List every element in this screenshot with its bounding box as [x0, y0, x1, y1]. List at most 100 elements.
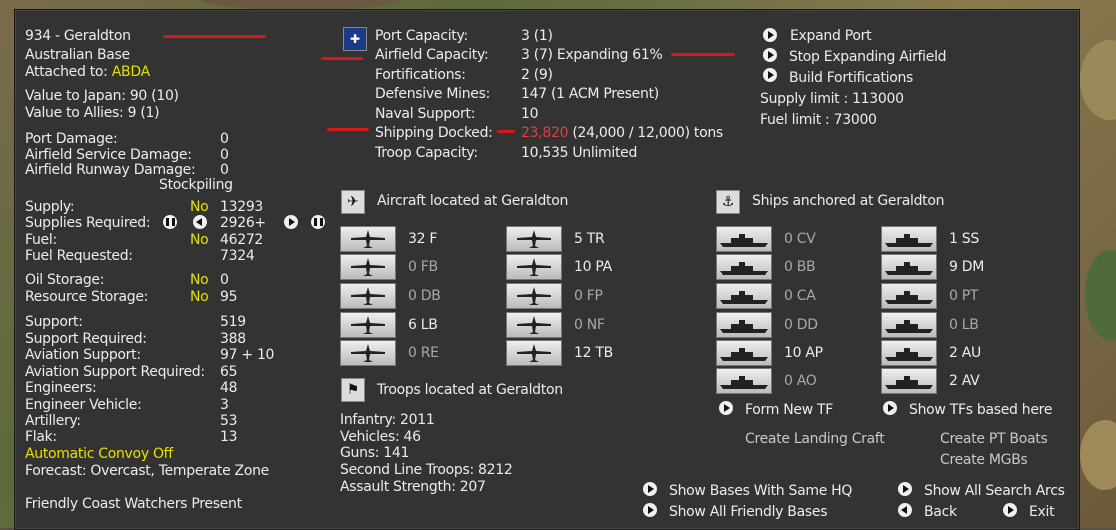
build-fortifications-button[interactable]: Build Fortifications: [789, 70, 913, 86]
show-bases-same-hq-button[interactable]: Show Bases With Same HQ: [669, 483, 852, 499]
ship-count: 0 BB: [784, 259, 816, 275]
resource-storage-toggle[interactable]: No: [190, 289, 209, 305]
annotation-mark: [163, 35, 266, 38]
stockpiling-label: Stockpiling: [159, 177, 233, 193]
back-button[interactable]: Back: [924, 504, 957, 520]
port-capacity-label: Port Capacity:: [375, 28, 468, 44]
show-all-friendly-bases-button[interactable]: Show All Friendly Bases: [669, 504, 828, 520]
airfield-service-damage-label: Airfield Service Damage:: [25, 147, 192, 163]
flak-value: 13: [220, 429, 238, 445]
ship-unit-button[interactable]: [881, 368, 937, 394]
ship-count: 0 PT: [949, 288, 979, 304]
shipping-docked-label: Shipping Docked:: [375, 125, 493, 141]
create-landing-craft-button[interactable]: Create Landing Craft: [745, 431, 885, 447]
ship-unit-button[interactable]: [716, 226, 772, 252]
hq-link[interactable]: ABDA: [112, 64, 150, 80]
ship-count: 0 LB: [949, 317, 979, 333]
ship-count: 0 DD: [784, 317, 818, 333]
flak-label: Flak:: [25, 429, 57, 445]
aircraft-unit-button[interactable]: [506, 254, 562, 280]
automatic-convoy-toggle[interactable]: Automatic Convoy Off: [25, 446, 173, 462]
troops-flag-icon: ⚑: [341, 378, 365, 402]
aircraft-unit-button[interactable]: [340, 254, 396, 280]
aircraft-count: 12 TB: [574, 345, 613, 361]
forecast: Forecast: Overcast, Temperate Zone: [25, 463, 269, 479]
ship-count: 9 DM: [949, 259, 985, 275]
aircraft-unit-button[interactable]: [506, 312, 562, 338]
fuel-stockpile-toggle[interactable]: No: [190, 232, 209, 248]
ship-unit-button[interactable]: [716, 254, 772, 280]
create-mgbs-button[interactable]: Create MGBs: [940, 452, 1028, 468]
support-label: Support:: [25, 314, 83, 330]
flag-icon: ✚: [343, 27, 367, 51]
airfield-runway-damage-value: 0: [220, 162, 229, 178]
anchor-icon: ⚓: [716, 190, 740, 214]
fortifications-value: 2 (9): [521, 67, 553, 83]
second-line-troops: Second Line Troops: 8212: [340, 462, 513, 478]
attached-to: Attached to: ABDA: [25, 64, 150, 80]
aircraft-unit-button[interactable]: [340, 312, 396, 338]
aircraft-unit-button[interactable]: [506, 226, 562, 252]
value-to-japan: Value to Japan: 90 (10): [25, 88, 179, 104]
shipping-docked-value: 23,820 (24,000 / 12,000) tons: [521, 125, 723, 141]
aircraft-count: 0 FB: [408, 259, 438, 275]
value-to-allies: Value to Allies: 9 (1): [25, 105, 160, 121]
form-new-tf-button[interactable]: Form New TF: [745, 402, 833, 418]
ship-unit-button[interactable]: [716, 283, 772, 309]
aviation-support-label: Aviation Support:: [25, 347, 141, 363]
supplies-decrease-large-button[interactable]: [163, 215, 177, 229]
show-search-arcs-icon[interactable]: [898, 482, 912, 496]
ship-unit-button[interactable]: [881, 226, 937, 252]
expand-port-button-icon[interactable]: [763, 28, 777, 42]
aircraft-unit-button[interactable]: [340, 283, 396, 309]
aviation-support-value: 97 + 10: [220, 347, 275, 363]
ship-unit-button[interactable]: [881, 283, 937, 309]
naval-support-label: Naval Support:: [375, 106, 476, 122]
supply-stockpile-toggle[interactable]: No: [190, 199, 209, 215]
aircraft-header: Aircraft located at Geraldton: [377, 193, 569, 209]
exit-button[interactable]: Exit: [1029, 504, 1055, 520]
assault-strength: Assault Strength: 207: [340, 479, 486, 495]
aircraft-unit-button[interactable]: [340, 340, 396, 366]
form-new-tf-icon[interactable]: [719, 401, 733, 415]
aircraft-unit-button[interactable]: [506, 283, 562, 309]
show-tfs-icon[interactable]: [883, 401, 897, 415]
show-same-hq-icon[interactable]: [643, 482, 657, 496]
guns: Guns: 141: [340, 445, 410, 461]
back-icon[interactable]: [898, 503, 912, 517]
expand-port-button[interactable]: Expand Port: [790, 28, 872, 44]
fortifications-label: Fortifications:: [375, 67, 466, 83]
ship-count: 2 AV: [949, 373, 980, 389]
supplies-increase-large-button[interactable]: [311, 215, 325, 229]
resource-storage-label: Resource Storage:: [25, 289, 149, 305]
coast-watchers: Friendly Coast Watchers Present: [25, 496, 242, 512]
exit-icon[interactable]: [1003, 503, 1017, 517]
vehicles: Vehicles: 46: [340, 429, 421, 445]
ship-unit-button[interactable]: [881, 254, 937, 280]
ship-unit-button[interactable]: [881, 312, 937, 338]
troops-header: Troops located at Geraldton: [377, 382, 563, 398]
engineer-vehicle-value: 3: [220, 397, 229, 413]
ship-unit-button[interactable]: [716, 340, 772, 366]
supplies-increase-button[interactable]: [284, 215, 298, 229]
show-tfs-button[interactable]: Show TFs based here: [909, 402, 1052, 418]
aviation-support-required-label: Aviation Support Required:: [25, 364, 205, 380]
oil-storage-toggle[interactable]: No: [190, 272, 209, 288]
ship-unit-button[interactable]: [716, 312, 772, 338]
supplies-decrease-button[interactable]: [193, 215, 207, 229]
ship-unit-button[interactable]: [881, 340, 937, 366]
show-all-search-arcs-button[interactable]: Show All Search Arcs: [924, 483, 1065, 499]
annotation-mark: [671, 53, 735, 56]
annotation-mark: [327, 128, 369, 131]
aircraft-unit-button[interactable]: [506, 340, 562, 366]
stop-expanding-airfield-button[interactable]: Stop Expanding Airfield: [789, 49, 947, 65]
stop-expanding-button-icon[interactable]: [763, 48, 777, 62]
create-pt-boats-button[interactable]: Create PT Boats: [940, 431, 1048, 447]
aircraft-unit-button[interactable]: [340, 226, 396, 252]
ship-unit-button[interactable]: [716, 368, 772, 394]
aircraft-count: 6 LB: [408, 317, 438, 333]
annotation-mark: [321, 57, 363, 60]
show-friendly-bases-icon[interactable]: [643, 503, 657, 517]
supply-label: Supply:: [25, 199, 75, 215]
build-fortifications-button-icon[interactable]: [763, 68, 777, 82]
